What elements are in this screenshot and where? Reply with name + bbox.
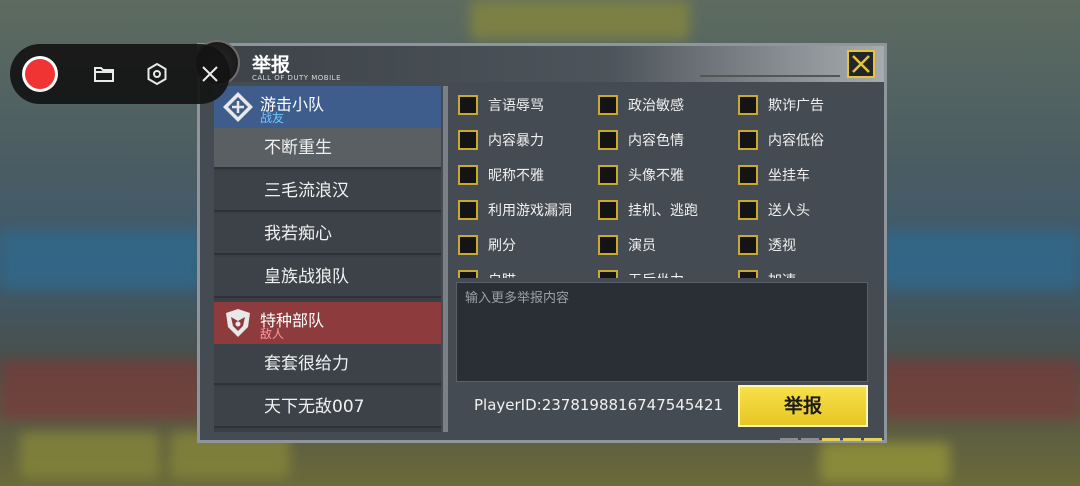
team-role: 敌人	[260, 327, 285, 341]
checkbox[interactable]	[458, 200, 478, 220]
reason-option[interactable]: 坐挂车	[738, 164, 810, 186]
player-list[interactable]: 游击小队 战友 不断重生 三毛流浪汉 我若痴心 皇族战狼队 特种部队 敌人 套套…	[214, 86, 441, 432]
player-row[interactable]: 不断重生	[214, 128, 441, 169]
player-row[interactable]: 三毛流浪汉	[214, 171, 441, 212]
background-scene	[820, 442, 950, 482]
screen-recorder-toolbar	[10, 44, 230, 104]
report-dialog: 举报 CALL OF DUTY MOBILE 游击小队 战友 不断重生 三毛流浪…	[194, 40, 887, 443]
background-scene	[20, 432, 160, 478]
checkbox[interactable]	[598, 270, 618, 278]
close-dialog-button[interactable]	[847, 50, 875, 78]
player-row[interactable]: 皇族战狼队	[214, 257, 441, 298]
report-details-input[interactable]: 输入更多举报内容	[456, 282, 868, 382]
background-scene	[0, 360, 200, 420]
checkbox[interactable]	[458, 235, 478, 255]
reason-label: 欺诈广告	[768, 98, 824, 114]
reason-option[interactable]: 利用游戏漏洞	[458, 199, 572, 221]
reason-label: 政治敏感	[628, 98, 684, 114]
checkbox[interactable]	[598, 130, 618, 150]
reason-label: 挂机、逃跑	[628, 203, 698, 219]
reason-option[interactable]: 政治敏感	[598, 94, 684, 116]
reason-label: 演员	[628, 238, 656, 254]
checkbox[interactable]	[598, 165, 618, 185]
team-role: 战友	[260, 111, 285, 125]
player-id: PlayerID:2378198816747545421	[474, 396, 724, 414]
background-scene	[0, 230, 200, 290]
background-scene	[880, 230, 1080, 290]
reason-label: 透视	[768, 238, 796, 254]
reason-label: 坐挂车	[768, 168, 810, 184]
reason-label: 内容低俗	[768, 133, 824, 149]
checkbox[interactable]	[738, 200, 758, 220]
reason-option[interactable]: 挂机、逃跑	[598, 199, 698, 221]
checkbox[interactable]	[458, 165, 478, 185]
dialog-title-bar: 举报 CALL OF DUTY MOBILE	[194, 40, 884, 86]
reason-label: 言语辱骂	[488, 98, 544, 114]
record-button[interactable]	[22, 56, 58, 92]
report-details-placeholder: 输入更多举报内容	[465, 291, 570, 306]
page-indicator	[780, 438, 882, 441]
reason-option[interactable]: 刷分	[458, 234, 516, 256]
checkbox[interactable]	[458, 130, 478, 150]
folder-icon[interactable]	[92, 62, 116, 86]
submit-report-button[interactable]: 举报	[738, 385, 868, 427]
dialog-title: 举报	[252, 54, 291, 76]
reason-option[interactable]: 内容色情	[598, 129, 684, 151]
background-scene	[880, 360, 1080, 420]
checkbox[interactable]	[738, 235, 758, 255]
player-row[interactable]: 套套很给力	[214, 344, 441, 385]
reason-option[interactable]: 内容暴力	[458, 129, 544, 151]
reason-label: 无后坐力	[628, 270, 684, 278]
team-header-ally: 游击小队 战友	[214, 86, 441, 128]
reason-option[interactable]: 送人头	[738, 199, 810, 221]
close-x-icon	[852, 55, 870, 73]
checkbox[interactable]	[598, 95, 618, 115]
reason-label: 刷分	[488, 238, 516, 254]
logo-caption: CALL OF DUTY MOBILE	[252, 74, 341, 82]
checkbox[interactable]	[738, 270, 758, 278]
player-row[interactable]: 我若痴心	[214, 214, 441, 255]
reason-label: 内容暴力	[488, 133, 544, 149]
checkbox[interactable]	[598, 235, 618, 255]
reason-option[interactable]: 自瞄	[458, 269, 516, 278]
reason-option[interactable]: 透视	[738, 234, 796, 256]
report-reasons-grid: 言语辱骂 政治敏感 欺诈广告 内容暴力 内容色情 内容低俗 昵称不雅 头像不雅 …	[458, 92, 878, 278]
background-scene	[470, 0, 690, 40]
checkbox[interactable]	[738, 165, 758, 185]
reason-option[interactable]: 言语辱骂	[458, 94, 544, 116]
reason-option[interactable]: 加速	[738, 269, 796, 278]
guerrilla-emblem-icon	[223, 92, 253, 122]
record-icon	[25, 59, 55, 89]
checkbox[interactable]	[598, 200, 618, 220]
reason-option[interactable]: 内容低俗	[738, 129, 824, 151]
settings-icon[interactable]	[145, 62, 169, 86]
reason-option[interactable]: 演员	[598, 234, 656, 256]
reason-label: 昵称不雅	[488, 168, 544, 184]
checkbox[interactable]	[458, 95, 478, 115]
player-row[interactable]: 天下无敌007	[214, 387, 441, 428]
reason-label: 自瞄	[488, 270, 516, 278]
close-icon[interactable]	[198, 62, 222, 86]
special-forces-emblem-icon	[226, 309, 250, 337]
checkbox[interactable]	[458, 270, 478, 278]
reason-label: 利用游戏漏洞	[488, 203, 572, 219]
player-list-scrollbar[interactable]	[443, 86, 448, 432]
reason-label: 送人头	[768, 203, 810, 219]
reason-option[interactable]: 无后坐力	[598, 269, 684, 278]
reason-option[interactable]: 昵称不雅	[458, 164, 544, 186]
reason-option[interactable]: 头像不雅	[598, 164, 684, 186]
team-header-enemy: 特种部队 敌人	[214, 302, 441, 344]
reason-label: 加速	[768, 270, 796, 278]
reason-label: 头像不雅	[628, 168, 684, 184]
title-divider	[700, 75, 840, 77]
reason-option[interactable]: 欺诈广告	[738, 94, 824, 116]
reason-label: 内容色情	[628, 133, 684, 149]
checkbox[interactable]	[738, 95, 758, 115]
checkbox[interactable]	[738, 130, 758, 150]
